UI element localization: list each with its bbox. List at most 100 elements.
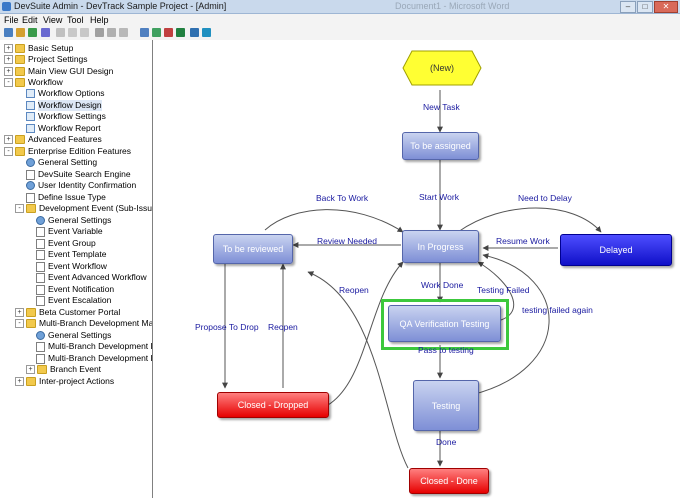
transition-done[interactable]: Done	[436, 437, 456, 447]
delete-icon[interactable]	[164, 28, 173, 37]
tree-item-event-variable[interactable]: Event Variable	[36, 226, 103, 237]
tree-item-workflow-settings[interactable]: Workflow Settings	[26, 111, 106, 122]
transition-resume-work[interactable]: Resume Work	[496, 236, 550, 246]
expand-icon[interactable]: +	[26, 365, 35, 374]
tree-item-main-view-gui-design[interactable]: + Main View GUI Design	[4, 66, 113, 77]
tree-item-define-issue-type[interactable]: Define Issue Type	[26, 192, 106, 203]
expand-icon[interactable]: +	[4, 44, 13, 53]
folder-open-icon	[26, 204, 36, 213]
tree-item-event-general-settings[interactable]: General Settings	[36, 215, 111, 226]
menu-file[interactable]: File	[4, 14, 19, 26]
state-delayed[interactable]: Delayed	[560, 234, 672, 266]
transition-new-task[interactable]: New Task	[423, 102, 460, 112]
cut-icon[interactable]	[56, 28, 65, 37]
tree-item-event-workflow[interactable]: Event Workflow	[36, 261, 107, 272]
duplicate-icon[interactable]	[107, 28, 116, 37]
workflow-icon	[26, 124, 35, 133]
tree-item-event-template[interactable]: Event Template	[36, 249, 106, 260]
scissors-icon[interactable]	[95, 28, 104, 37]
state-new[interactable]: (New)	[402, 50, 482, 86]
tree-item-multi-branch-lir-2[interactable]: Multi-Branch Development Lir	[36, 353, 152, 364]
tree-item-user-identity-confirmation[interactable]: User Identity Confirmation	[26, 180, 136, 191]
state-in-progress[interactable]: In Progress	[402, 230, 479, 263]
tree-item-event-group[interactable]: Event Group	[36, 238, 96, 249]
tree-item-event-advanced-workflow[interactable]: Event Advanced Workflow	[36, 272, 147, 283]
expand-icon[interactable]: +	[4, 135, 13, 144]
tree-item-branch-event[interactable]: + Branch Event	[26, 364, 101, 375]
tree-item-multi-branch-lir-1[interactable]: Multi-Branch Development Lir	[36, 341, 152, 352]
new-icon[interactable]	[4, 28, 13, 37]
expand-icon[interactable]: +	[15, 377, 24, 386]
tree-item-event-notification[interactable]: Event Notification	[36, 284, 114, 295]
tree-item-workflow-design[interactable]: Workflow Design	[26, 100, 102, 111]
group-icon[interactable]	[152, 28, 161, 37]
state-to-be-reviewed[interactable]: To be reviewed	[213, 234, 293, 264]
copy-icon[interactable]	[68, 28, 77, 37]
transition-work-done[interactable]: Work Done	[421, 280, 463, 290]
open-icon[interactable]	[16, 28, 25, 37]
state-qa-verification-testing[interactable]: QA Verification Testing	[388, 305, 501, 342]
state-closed-done[interactable]: Closed - Done	[409, 468, 489, 494]
background-window-title: Document1 - Microsoft Word	[395, 1, 510, 11]
transition-reopen-2[interactable]: Reopen	[268, 322, 298, 332]
transition-review-needed[interactable]: Review Needed	[317, 236, 377, 246]
folder-open-icon	[26, 319, 36, 328]
refresh-icon[interactable]	[190, 28, 199, 37]
edge-back-to-work	[264, 209, 404, 233]
collapse-icon[interactable]: -	[15, 319, 24, 328]
tree-item-basic-setup[interactable]: + Basic Setup	[4, 43, 73, 54]
tree-item-devsuite-search-engine[interactable]: DevSuite Search Engine	[26, 169, 131, 180]
page-icon	[36, 295, 45, 306]
menu-tool[interactable]: Tool	[67, 14, 84, 26]
tree-item-multi-branch-development[interactable]: - Multi-Branch Development Mana	[15, 318, 152, 329]
tree-item-project-settings[interactable]: + Project Settings	[4, 54, 88, 65]
menu-help[interactable]: Help	[90, 14, 109, 26]
title-bar: DevSuite Admin - DevTrack Sample Project…	[0, 0, 680, 14]
clipboard-icon[interactable]	[119, 28, 128, 37]
transition-need-to-delay[interactable]: Need to Delay	[518, 193, 572, 203]
state-to-be-assigned[interactable]: To be assigned	[402, 132, 479, 160]
save-icon[interactable]	[28, 28, 37, 37]
collapse-icon[interactable]: -	[4, 147, 13, 156]
globe-icon[interactable]	[202, 28, 211, 37]
paste-icon[interactable]	[80, 28, 89, 37]
state-testing[interactable]: Testing	[413, 380, 479, 431]
tree-item-event-escalation[interactable]: Event Escalation	[36, 295, 111, 306]
workflow-icon	[26, 89, 35, 98]
minimize-button[interactable]: –	[620, 1, 636, 13]
expand-icon[interactable]: +	[4, 55, 13, 64]
users-icon[interactable]	[140, 28, 149, 37]
transition-testing-failed-again[interactable]: testing failed again	[522, 305, 593, 315]
tree-item-workflow-report[interactable]: Workflow Report	[26, 123, 101, 134]
expand-icon[interactable]: +	[4, 67, 13, 76]
tree-item-branch-general-settings[interactable]: General Settings	[36, 330, 111, 341]
transition-testing-failed[interactable]: Testing Failed	[477, 285, 529, 295]
menu-edit[interactable]: Edit	[22, 14, 38, 26]
person-icon	[36, 331, 45, 340]
close-button[interactable]: ✕	[654, 1, 678, 13]
state-closed-dropped[interactable]: Closed - Dropped	[217, 392, 329, 418]
tree-item-general-setting[interactable]: General Setting	[26, 157, 97, 168]
collapse-icon[interactable]: -	[15, 204, 24, 213]
maximize-button[interactable]: □	[637, 1, 653, 13]
transition-reopen[interactable]: Reopen	[339, 285, 369, 295]
print-icon[interactable]	[41, 28, 50, 37]
expand-icon[interactable]: +	[15, 308, 24, 317]
page-icon	[26, 169, 35, 180]
collapse-icon[interactable]: -	[4, 78, 13, 87]
tree-item-beta-customer-portal[interactable]: + Beta Customer Portal	[15, 307, 120, 318]
tree-item-advanced-features[interactable]: + Advanced Features	[4, 134, 102, 145]
menu-bar: File Edit View Tool Help	[0, 14, 680, 26]
folder-open-icon	[15, 147, 25, 156]
tree-item-development-event[interactable]: - Development Event (Sub-Issue)	[15, 203, 152, 214]
tree-item-workflow[interactable]: - Workflow	[4, 77, 63, 88]
tree-item-enterprise-edition-features[interactable]: - Enterprise Edition Features	[4, 146, 131, 157]
transition-back-to-work[interactable]: Back To Work	[316, 193, 368, 203]
transition-start-work[interactable]: Start Work	[419, 192, 459, 202]
excel-icon[interactable]	[176, 28, 185, 37]
transition-pass-to-testing[interactable]: Pass to testing	[418, 345, 474, 355]
transition-propose-to-drop[interactable]: Propose To Drop	[195, 322, 259, 332]
tree-item-workflow-options[interactable]: Workflow Options	[26, 88, 104, 99]
tree-item-inter-project-actions[interactable]: + Inter-project Actions	[15, 376, 114, 387]
menu-view[interactable]: View	[43, 14, 62, 26]
